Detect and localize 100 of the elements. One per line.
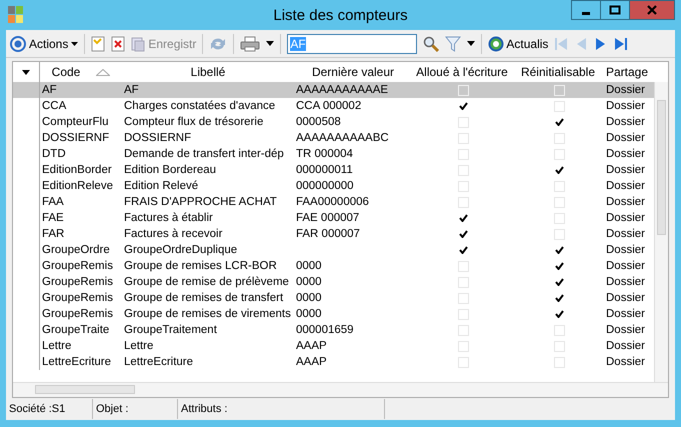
- status-text: Société :S1: [6, 399, 93, 419]
- table-cell: Edition Relevé: [124, 180, 198, 192]
- table-row[interactable]: FAE Factures à établir FAE 000007 Dossier: [13, 210, 654, 226]
- checkbox[interactable]: [458, 228, 468, 240]
- table-row[interactable]: GroupeRemis Groupe de remise de prélèveme 0000 Dossier: [13, 274, 654, 290]
- table-cell: FAR 000007: [296, 228, 360, 240]
- table-cell: Charges constatées d'avance: [124, 100, 276, 112]
- table-cell: Lettre: [42, 340, 72, 352]
- table-cell: FAR: [42, 228, 64, 240]
- maximize-icon: [609, 5, 621, 15]
- search-icon[interactable]: [423, 36, 440, 52]
- table-cell: FAA: [42, 196, 64, 208]
- table-row[interactable]: FAR Factures à recevoir FAR 000007 Dossier: [13, 226, 654, 242]
- table-cell: Groupe de remises de virements: [124, 308, 291, 320]
- checkbox[interactable]: [554, 244, 564, 256]
- checkbox[interactable]: [554, 292, 564, 304]
- checkbox[interactable]: [458, 244, 468, 256]
- status-text: Objet :: [93, 399, 178, 419]
- column-header[interactable]: Libellé: [122, 62, 294, 82]
- table-cell: Groupe de remises de transfert: [124, 292, 284, 304]
- table-cell: 0000: [296, 276, 322, 288]
- checkbox[interactable]: [554, 260, 564, 272]
- table-cell: Groupe de remise de prélèveme: [124, 276, 289, 288]
- first-page-icon[interactable]: [554, 36, 568, 50]
- column-header[interactable]: Réinitialisable: [512, 62, 604, 82]
- table-cell: DOSSIERNF: [42, 132, 110, 144]
- checkbox[interactable]: [458, 100, 468, 112]
- table-row[interactable]: GroupeOrdre GroupeOrdreDuplique Dossier: [13, 242, 654, 258]
- delete-icon[interactable]: [111, 36, 126, 52]
- checkbox[interactable]: [554, 116, 564, 128]
- column-header[interactable]: Alloué à l'écriture: [412, 62, 512, 82]
- actions-button[interactable]: Actions: [10, 36, 78, 52]
- checkbox[interactable]: [554, 308, 564, 320]
- table-cell: Dossier: [606, 116, 645, 128]
- dropdown-arrow-icon[interactable]: [467, 41, 476, 46]
- table-cell: Dossier: [606, 100, 645, 112]
- table-cell: TR 000004: [296, 148, 353, 160]
- minimize-button[interactable]: [571, 0, 601, 20]
- close-icon: [646, 4, 658, 16]
- checkbox[interactable]: [458, 212, 468, 224]
- column-header[interactable]: Code: [40, 62, 122, 82]
- table-cell: Dossier: [606, 132, 645, 144]
- table-row[interactable]: GroupeRemis Groupe de remises LCR-BOR 0000 Dossier: [13, 258, 654, 274]
- filter-icon[interactable]: [445, 36, 462, 52]
- table-cell: Dossier: [606, 292, 645, 304]
- table-cell: CCA 000002: [296, 100, 362, 112]
- table-cell: CCA: [42, 100, 66, 112]
- table-cell: AAAP: [296, 356, 327, 368]
- table-cell: Dossier: [606, 244, 645, 256]
- refresh-button[interactable]: Actualis: [488, 36, 548, 52]
- table-cell: Dossier: [606, 260, 645, 272]
- column-menu-icon[interactable]: [22, 70, 30, 74]
- table-row[interactable]: GroupeRemis Groupe de remises de virements 0000 Dossier: [13, 306, 654, 322]
- table-cell: GroupeOrdreDuplique: [124, 244, 238, 256]
- table-cell: GroupeRemis: [42, 276, 113, 288]
- column-header[interactable]: Dernière valeur: [294, 62, 412, 82]
- minimize-icon: [582, 12, 590, 15]
- close-button[interactable]: [629, 0, 675, 20]
- table-cell: AAAAAAAAAABC: [296, 132, 389, 144]
- dropdown-arrow-icon: [71, 42, 78, 46]
- table-cell: Lettre: [124, 340, 154, 352]
- table-cell: 0000508: [296, 116, 341, 128]
- table-row[interactable]: CompteurFlu Compteur flux de trésorerie 0000508 Dossier: [13, 114, 654, 130]
- table-row[interactable]: GroupeRemis Groupe de remises de transfert 0000 Dossier: [13, 290, 654, 306]
- checkbox[interactable]: [554, 276, 564, 288]
- circle-icon: [488, 36, 504, 52]
- column-header[interactable]: Partage: [604, 62, 650, 82]
- table-row[interactable]: EditionBorder Edition Bordereau 000000011 Dossier: [13, 162, 654, 178]
- table-cell: GroupeRemis: [42, 292, 113, 304]
- table-cell: EditionReleve: [42, 180, 113, 192]
- table-cell: 0000: [296, 308, 322, 320]
- table-cell: Dossier: [606, 228, 645, 240]
- printer-icon[interactable]: [240, 36, 260, 52]
- window-title: Liste des compteurs: [273, 7, 408, 24]
- table-cell: GroupeRemis: [42, 260, 113, 272]
- table-cell: Edition Bordereau: [124, 164, 216, 176]
- table-cell: Factures à établir: [124, 212, 213, 224]
- table-cell: GroupeRemis: [42, 308, 113, 320]
- target-icon: [10, 36, 26, 52]
- table-cell: DTD: [42, 148, 66, 160]
- table-cell: Dossier: [606, 276, 645, 288]
- refresh-icon[interactable]: [209, 36, 228, 52]
- horizontal-scrollbar[interactable]: [13, 382, 668, 397]
- last-page-icon[interactable]: [614, 36, 628, 50]
- dropdown-arrow-icon[interactable]: [266, 41, 274, 46]
- table-cell: 000000000: [296, 180, 354, 192]
- table-cell: Dossier: [606, 356, 645, 368]
- table-cell: GroupeTraitement: [124, 324, 217, 336]
- maximize-button[interactable]: [600, 0, 630, 20]
- table-row[interactable]: CCA Charges constatées d'avance CCA 000002 Dossier: [13, 98, 654, 114]
- table-cell: EditionBorder: [42, 164, 112, 176]
- table-cell: Demande de transfert inter-dép: [124, 148, 284, 160]
- table-cell: 000000011: [296, 164, 353, 176]
- table-cell: Compteur flux de trésorerie: [124, 116, 264, 128]
- table-cell: CompteurFlu: [42, 116, 108, 128]
- table-cell: Dossier: [606, 212, 645, 224]
- vertical-scrollbar[interactable]: [654, 82, 668, 382]
- table-cell: AAAAAAAAAAAE: [296, 84, 388, 96]
- checkbox[interactable]: [554, 164, 564, 176]
- new-document-icon[interactable]: [91, 36, 106, 52]
